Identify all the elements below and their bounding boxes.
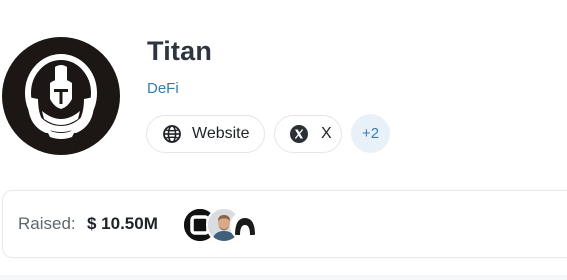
- next-section-edge: [0, 275, 567, 280]
- raised-amount: $ 10.50M: [87, 214, 158, 233]
- x-logo-icon: [289, 124, 309, 144]
- x-link-button[interactable]: X: [274, 114, 342, 153]
- project-header-page: Titan DeFi Website X +2 Raised: $ 10.50M: [0, 0, 567, 280]
- project-category-link[interactable]: DeFi: [147, 80, 179, 97]
- investor-logo-dark-icon[interactable]: [230, 211, 260, 241]
- project-logo: [2, 37, 120, 155]
- spartan-helmet-logo-icon: [25, 54, 97, 139]
- website-link-button[interactable]: Website: [146, 114, 265, 153]
- more-links-button[interactable]: +2: [351, 114, 390, 153]
- raised-label: Raised:: [18, 214, 76, 233]
- project-links-row: Website X +2: [146, 114, 390, 153]
- investor-avatars: [182, 207, 272, 243]
- website-link-label: Website: [192, 124, 250, 142]
- funding-card: Raised: $ 10.50M: [2, 190, 567, 258]
- project-title: Titan: [147, 36, 213, 66]
- x-link-label: X: [321, 124, 332, 142]
- globe-icon: [162, 124, 182, 144]
